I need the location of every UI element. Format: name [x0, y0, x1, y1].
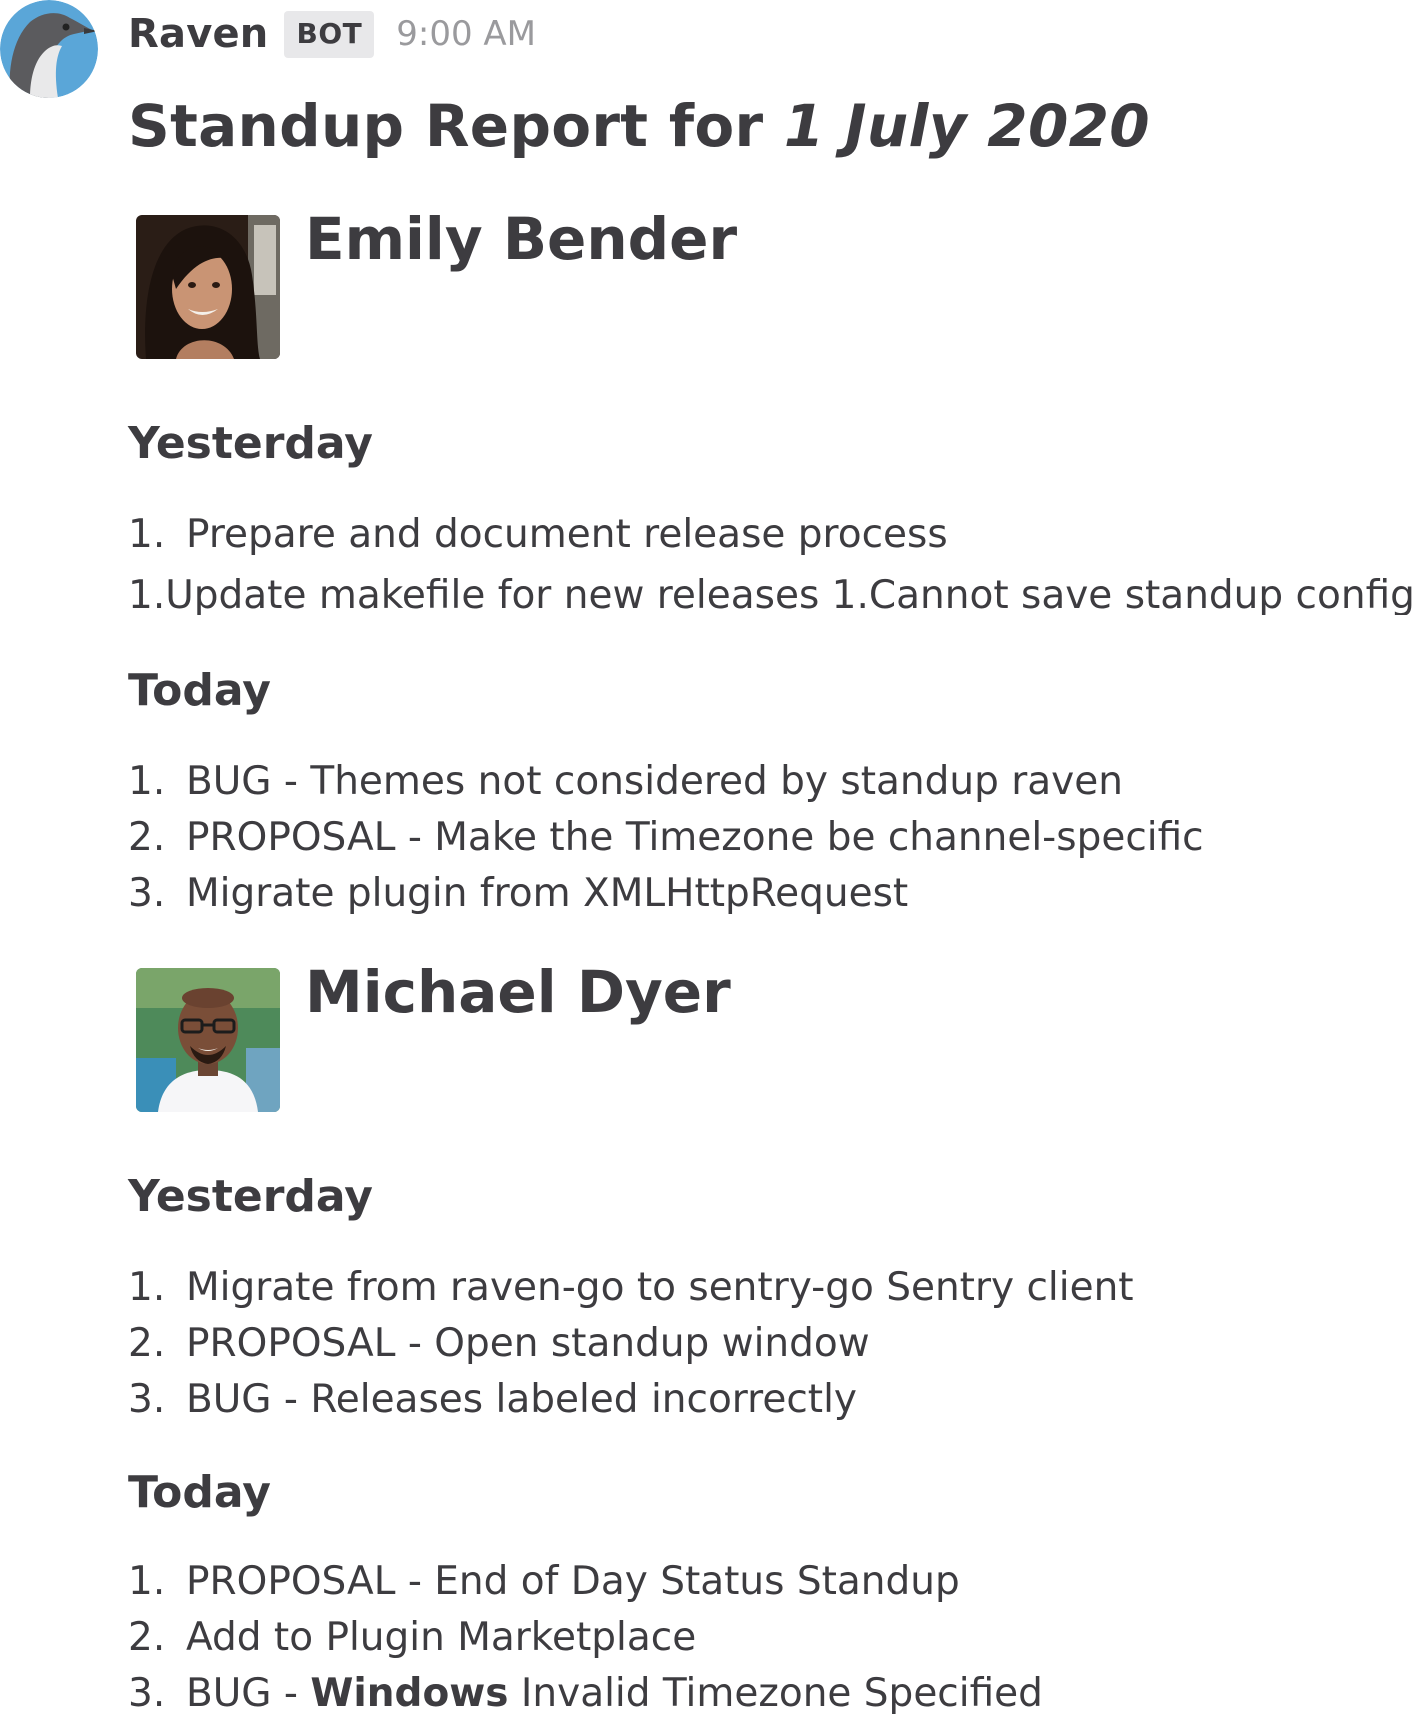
report-date: 1 July 2020 — [783, 92, 1150, 160]
list-item: 1. Migrate from raven-go to sentry-go Sen… — [128, 1268, 1134, 1307]
list-item-text: BUG - Windows Invalid Timezone Specified — [186, 1671, 1043, 1716]
list-item-number: 2. — [128, 815, 166, 860]
member-name[interactable]: Michael Dyer — [305, 958, 731, 1026]
list-item-number: 2. — [128, 1321, 166, 1366]
list-item-raw: 1.Update makefile for new releases 1.Can… — [128, 576, 1412, 615]
list-item-text: Migrate from raven-go to sentry-go Sentr… — [186, 1265, 1134, 1310]
report-title: Standup Report for 1 July 2020 — [128, 92, 1150, 160]
list-item-text-prefix: BUG - — [186, 1671, 311, 1716]
list-item: 2. PROPOSAL - Open standup window — [128, 1324, 870, 1363]
yesterday-heading: Yesterday — [128, 1171, 373, 1222]
list-item-text: BUG - Releases labeled incorrectly — [186, 1377, 857, 1422]
list-item: 1. Prepare and document release process — [128, 515, 948, 554]
list-item-number: 2. — [128, 1615, 166, 1660]
bot-badge: BOT — [284, 10, 375, 58]
list-item-number: 3. — [128, 1377, 166, 1422]
list-item: 3. BUG - Windows Invalid Timezone Specifi… — [128, 1674, 1043, 1713]
list-item-text: Prepare and document release process — [186, 512, 948, 557]
list-item-text: PROPOSAL - Make the Timezone be channel-… — [186, 815, 1204, 860]
sender-username[interactable]: Raven — [128, 11, 268, 57]
list-item-text: PROPOSAL - End of Day Status Standup — [186, 1559, 960, 1604]
list-item: 3. BUG - Releases labeled incorrectly — [128, 1380, 857, 1419]
list-item-number: 1. — [128, 1559, 166, 1604]
list-item-text: BUG - Themes not considered by standup r… — [186, 759, 1123, 804]
user-photo-michael[interactable] — [136, 968, 280, 1112]
list-item: 2. PROPOSAL - Make the Timezone be channe… — [128, 818, 1204, 857]
list-item: 1. BUG - Themes not considered by standup… — [128, 762, 1123, 801]
list-item: 3. Migrate plugin from XMLHttpRequest — [128, 874, 908, 913]
message-header: Raven BOT 9:00 AM — [128, 4, 536, 64]
list-item-number: 1. — [128, 512, 166, 557]
list-item-text-suffix: Invalid Timezone Specified — [508, 1671, 1043, 1716]
member-name[interactable]: Emily Bender — [305, 205, 737, 273]
yesterday-heading: Yesterday — [128, 418, 373, 469]
list-item-number: 1. — [128, 1265, 166, 1310]
today-heading: Today — [128, 1467, 271, 1518]
report-title-prefix: Standup Report for — [128, 92, 784, 160]
list-item: 2. Add to Plugin Marketplace — [128, 1618, 696, 1657]
list-item-text-bold: Windows — [310, 1671, 509, 1716]
today-heading: Today — [128, 665, 271, 716]
message-timestamp[interactable]: 9:00 AM — [396, 14, 536, 54]
user-photo-emily[interactable] — [136, 215, 280, 359]
list-item-number: 3. — [128, 1671, 166, 1716]
list-item: 1. PROPOSAL - End of Day Status Standup — [128, 1562, 960, 1601]
raven-bird-icon[interactable] — [0, 0, 98, 98]
list-item-number: 3. — [128, 871, 166, 916]
list-item-text: Add to Plugin Marketplace — [186, 1615, 697, 1660]
list-item-text: Migrate plugin from XMLHttpRequest — [186, 871, 909, 916]
list-item-text: PROPOSAL - Open standup window — [186, 1321, 870, 1366]
list-item-number: 1. — [128, 759, 166, 804]
